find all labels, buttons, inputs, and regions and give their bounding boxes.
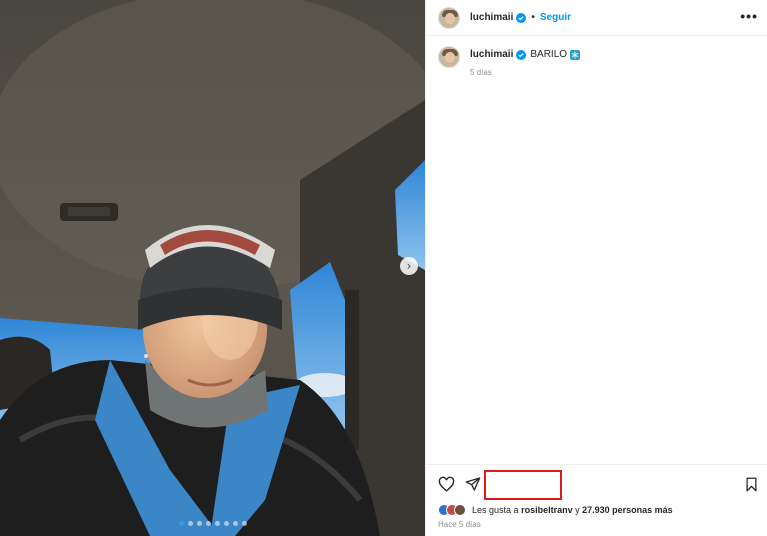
likes-summary[interactable]: Les gusta a rosibeltranv y 27.930 person…: [438, 504, 673, 516]
carousel-dot: [232, 521, 238, 526]
author-avatar[interactable]: [438, 6, 460, 29]
carousel-next-button[interactable]: ›: [400, 257, 418, 275]
caption-username[interactable]: luchimaii: [470, 49, 513, 60]
carousel-dots: [0, 521, 425, 526]
share-icon: [465, 477, 481, 491]
share-button[interactable]: [464, 475, 482, 493]
post-caption: luchimaii BARILO 5 días: [438, 46, 581, 77]
post-side-panel: luchimaii • Seguir ••• luchimaii BARILO: [425, 0, 767, 536]
post-actions: Les gusta a rosibeltranv y 27.930 person…: [426, 464, 767, 536]
more-options-button[interactable]: •••: [740, 9, 758, 23]
liker-avatars: [438, 504, 466, 516]
verified-badge-icon: [516, 49, 527, 60]
carousel-dot: [241, 521, 247, 526]
save-button[interactable]: [742, 475, 760, 493]
post-photo[interactable]: ›: [0, 0, 425, 536]
bookmark-icon: [746, 477, 756, 491]
likes-user[interactable]: rosibeltranv: [521, 505, 573, 515]
carousel-dot: [196, 521, 202, 526]
author-username[interactable]: luchimaii: [470, 12, 513, 23]
selfie-image: [0, 0, 425, 536]
caption-text: BARILO: [530, 49, 568, 60]
instagram-post: › luchimaii • Seguir ••• luchimaii BARIL…: [0, 0, 767, 536]
chevron-right-icon: ›: [406, 259, 412, 273]
carousel-dot: [223, 521, 229, 526]
likes-middle: y: [575, 505, 580, 515]
carousel-dot: [178, 521, 184, 526]
follow-button[interactable]: Seguir: [540, 12, 571, 23]
post-header: luchimaii • Seguir •••: [426, 0, 767, 36]
header-separator: •: [531, 12, 535, 23]
likes-prefix: Les gusta a: [472, 505, 519, 515]
carousel-dot: [214, 521, 220, 526]
like-button[interactable]: [437, 475, 455, 493]
verified-badge-icon: [516, 12, 527, 23]
post-timestamp: Hace 5 días: [438, 520, 481, 529]
liker-avatar: [454, 504, 466, 516]
carousel-dot: [187, 521, 193, 526]
highlight-annotation: [484, 470, 562, 500]
likes-others[interactable]: 27.930 personas más: [582, 505, 673, 515]
caption-timestamp: 5 días: [470, 68, 492, 77]
snowflake-icon: [570, 49, 581, 60]
heart-icon: [438, 476, 454, 492]
carousel-dot: [205, 521, 211, 526]
caption-avatar[interactable]: [438, 46, 460, 68]
